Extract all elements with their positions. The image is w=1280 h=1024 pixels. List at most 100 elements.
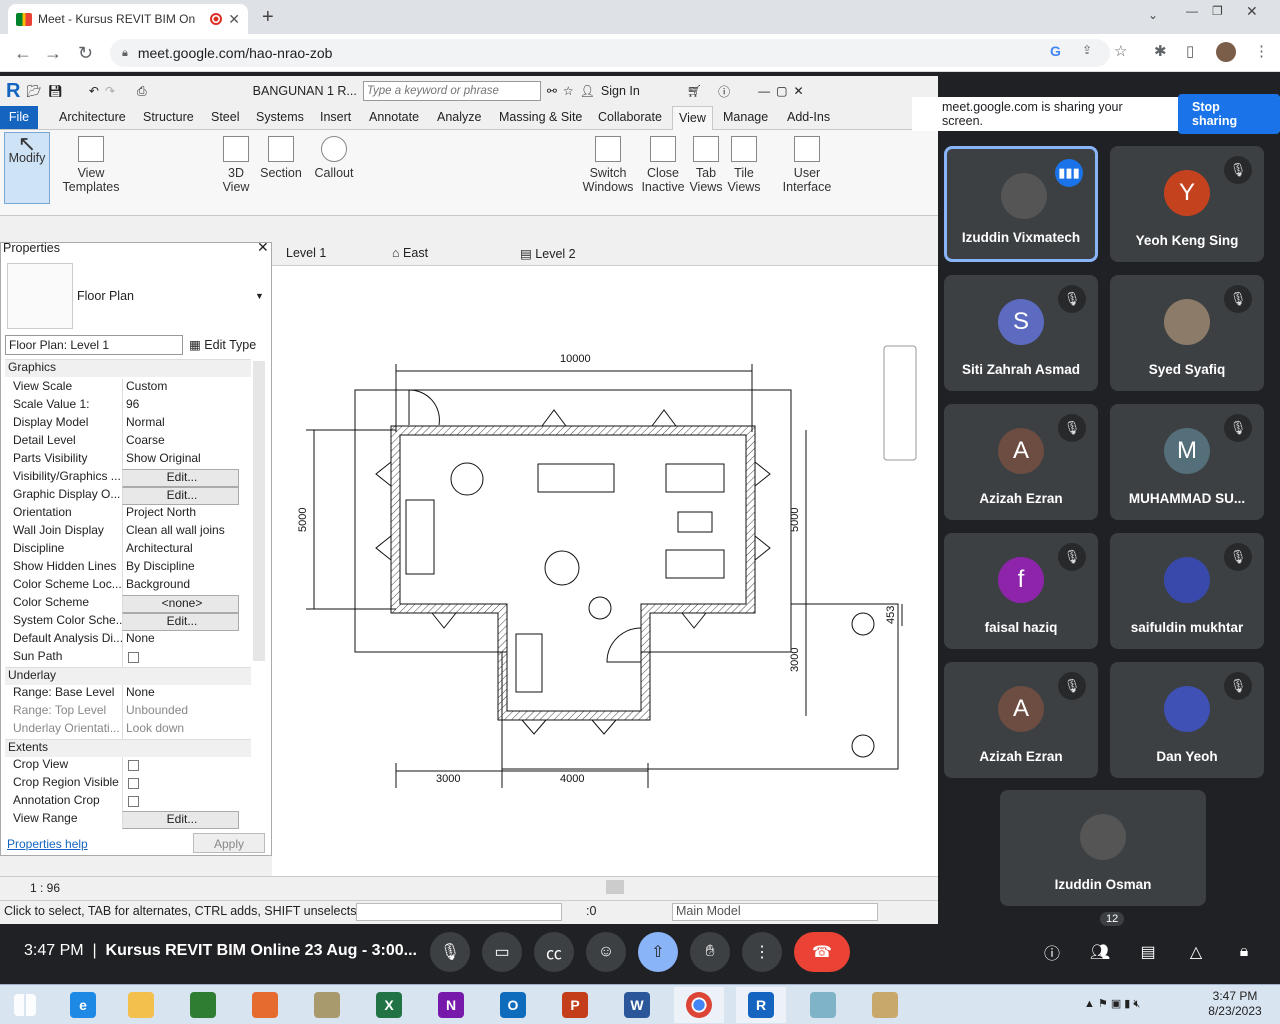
restore-icon[interactable]: ▢ xyxy=(776,84,787,98)
apply-button[interactable]: Apply xyxy=(193,833,265,853)
property-row[interactable]: Display Model Normal xyxy=(7,415,239,433)
scale-readout[interactable]: 1 : 96 xyxy=(30,881,60,895)
print-icon[interactable]: ⎙ xyxy=(137,84,147,99)
section-button[interactable]: Section xyxy=(258,136,304,180)
property-value[interactable]: Edit... xyxy=(122,811,239,829)
taskbar-explorer[interactable] xyxy=(116,987,166,1023)
property-row[interactable]: Wall Join Display Clean all wall joins xyxy=(7,523,239,541)
taskbar-app-3[interactable] xyxy=(798,987,848,1023)
stop-sharing-button[interactable]: Stop sharing xyxy=(1178,94,1280,134)
property-value[interactable]: Clean all wall joins xyxy=(122,523,239,541)
binoculars-icon[interactable]: ⚯ xyxy=(547,84,557,98)
property-value[interactable]: Architectural xyxy=(122,541,239,559)
tray-clock[interactable]: 3:47 PM 8/23/2023 xyxy=(1200,989,1270,1019)
microphone-button[interactable]: 🎙︎ xyxy=(430,932,470,972)
edit-type-button[interactable]: ▦ Edit Type xyxy=(189,337,256,352)
dim-small[interactable]: 453 xyxy=(885,606,897,624)
property-row[interactable]: Color Scheme Loc... Background xyxy=(7,577,239,595)
share-icon[interactable]: ⇪ xyxy=(1082,43,1092,57)
tab-insert[interactable]: Insert xyxy=(320,110,351,124)
property-row[interactable]: Orientation Project North xyxy=(7,505,239,523)
dim-top[interactable]: 10000 xyxy=(560,353,591,365)
3d-view-button[interactable]: 3D View xyxy=(216,136,256,194)
google-icon[interactable]: G xyxy=(1050,43,1061,59)
view-templates-button[interactable]: View Templates xyxy=(60,136,122,194)
user-icon[interactable]: 👤︎ xyxy=(580,84,595,98)
properties-help-link[interactable]: Properties help xyxy=(7,837,88,851)
horizontal-scrollbar-thumb[interactable] xyxy=(606,880,624,894)
property-value[interactable]: Background xyxy=(122,577,239,595)
reload-icon[interactable]: ↻ xyxy=(78,43,93,64)
view-tab-east[interactable]: ⌂ East xyxy=(392,246,428,260)
participant-tile[interactable]: M MUHAMMAD SU... 🎙︎ xyxy=(1110,404,1264,520)
property-value[interactable]: Custom xyxy=(122,379,239,397)
search-input[interactable] xyxy=(362,81,541,101)
checkbox[interactable] xyxy=(128,652,139,663)
help-icon[interactable]: ⓘ xyxy=(718,83,730,100)
property-row[interactable]: Crop View xyxy=(7,757,239,775)
property-checkbox-cell[interactable] xyxy=(122,793,239,811)
property-row[interactable]: Crop Region Visible xyxy=(7,775,239,793)
participant-tile[interactable]: S Siti Zahrah Asmad 🎙︎ xyxy=(944,275,1098,391)
user-interface-button[interactable]: User Interface xyxy=(780,136,834,194)
property-value[interactable]: Coarse xyxy=(122,433,239,451)
revit-logo-icon[interactable]: R xyxy=(6,80,20,103)
view-selector-dropdown[interactable]: Floor Plan: Level 1 xyxy=(5,335,183,355)
forward-icon[interactable]: → xyxy=(44,43,62,64)
emoji-button[interactable]: ☺ xyxy=(586,932,626,972)
browser-tab[interactable]: Meet - Kursus REVIT BIM On ✕ xyxy=(8,4,248,34)
taskbar-app-1[interactable] xyxy=(240,987,290,1023)
taskbar-excel[interactable]: X xyxy=(364,987,414,1023)
chevron-down-icon[interactable]: ▼ xyxy=(255,291,264,301)
property-row[interactable]: Discipline Architectural xyxy=(7,541,239,559)
tab-collaborate[interactable]: Collaborate xyxy=(598,110,662,124)
taskbar-word[interactable]: W xyxy=(612,987,662,1023)
taskbar-outlook[interactable]: O xyxy=(488,987,538,1023)
tab-views-button[interactable]: Tab Views xyxy=(688,136,724,194)
tab-massing-site[interactable]: Massing & Site xyxy=(499,110,582,124)
participant-tile[interactable]: Izuddin Osman xyxy=(1000,790,1206,906)
dim-right[interactable]: 5000 xyxy=(789,508,801,532)
view-tab-level-1[interactable]: Level 1 xyxy=(286,246,326,260)
leave-call-button[interactable]: ☎︎ xyxy=(794,932,850,972)
taskbar-onenote[interactable]: N xyxy=(426,987,476,1023)
property-row[interactable]: Show Hidden Lines By Discipline xyxy=(7,559,239,577)
checkbox[interactable] xyxy=(128,760,139,771)
property-checkbox-cell[interactable] xyxy=(122,649,239,667)
star-icon[interactable]: ☆ xyxy=(563,84,574,98)
tray-icons[interactable]: ▲ ⚑ ▣ ▮ 🔇︎ xyxy=(1084,997,1140,1011)
tab-add-ins[interactable]: Add-Ins xyxy=(787,110,830,124)
property-row[interactable]: Scale Value 1: 96 xyxy=(7,397,239,415)
property-checkbox-cell[interactable] xyxy=(122,775,239,793)
property-value[interactable]: 96 xyxy=(122,397,239,415)
chat-icon[interactable]: ▤ xyxy=(1128,932,1168,972)
maximize-icon[interactable]: ❐ xyxy=(1212,4,1223,18)
people-icon[interactable]: 👥︎ xyxy=(1080,932,1120,972)
close-window-icon[interactable]: ✕ xyxy=(1246,3,1258,20)
tab-systems[interactable]: Systems xyxy=(256,110,304,124)
drawing-canvas[interactable]: 10000 5000 5000 453 3000 3000 4000 xyxy=(272,266,938,882)
property-value[interactable]: Edit... xyxy=(122,469,239,487)
taskbar-powerpoint[interactable]: P xyxy=(550,987,600,1023)
dim-bottom-mid[interactable]: 4000 xyxy=(560,773,584,785)
participant-tile[interactable]: saifuldin mukhtar 🎙︎ xyxy=(1110,533,1264,649)
minimize-icon[interactable]: — xyxy=(1186,4,1198,18)
property-row[interactable]: Parts Visibility Show Original xyxy=(7,451,239,469)
property-row[interactable]: View Range Edit... xyxy=(7,811,239,829)
callout-button[interactable]: Callout xyxy=(310,136,358,180)
dim-bottom-left[interactable]: 3000 xyxy=(436,773,460,785)
tab-structure[interactable]: Structure xyxy=(143,110,194,124)
participant-tile[interactable]: Izuddin Vixmatech ▮▮▮ xyxy=(944,146,1098,262)
chevron-down-icon[interactable]: ⌄ xyxy=(1148,8,1158,22)
property-value[interactable]: Project North xyxy=(122,505,239,523)
participant-tile[interactable]: Syed Syafiq 🎙︎ xyxy=(1110,275,1264,391)
property-row[interactable]: System Color Sche... Edit... xyxy=(7,613,239,631)
participant-tile[interactable]: Dan Yeoh 🎙︎ xyxy=(1110,662,1264,778)
present-button[interactable]: ⇧ xyxy=(638,932,678,972)
minimize-icon[interactable]: — xyxy=(758,84,770,98)
tab-annotate[interactable]: Annotate xyxy=(369,110,419,124)
type-name[interactable]: Floor Plan xyxy=(77,289,134,303)
property-row[interactable]: Range: Base Level None xyxy=(7,685,239,703)
undo-icon[interactable]: ↶ xyxy=(89,84,99,98)
taskbar-revit[interactable]: R xyxy=(736,987,786,1023)
